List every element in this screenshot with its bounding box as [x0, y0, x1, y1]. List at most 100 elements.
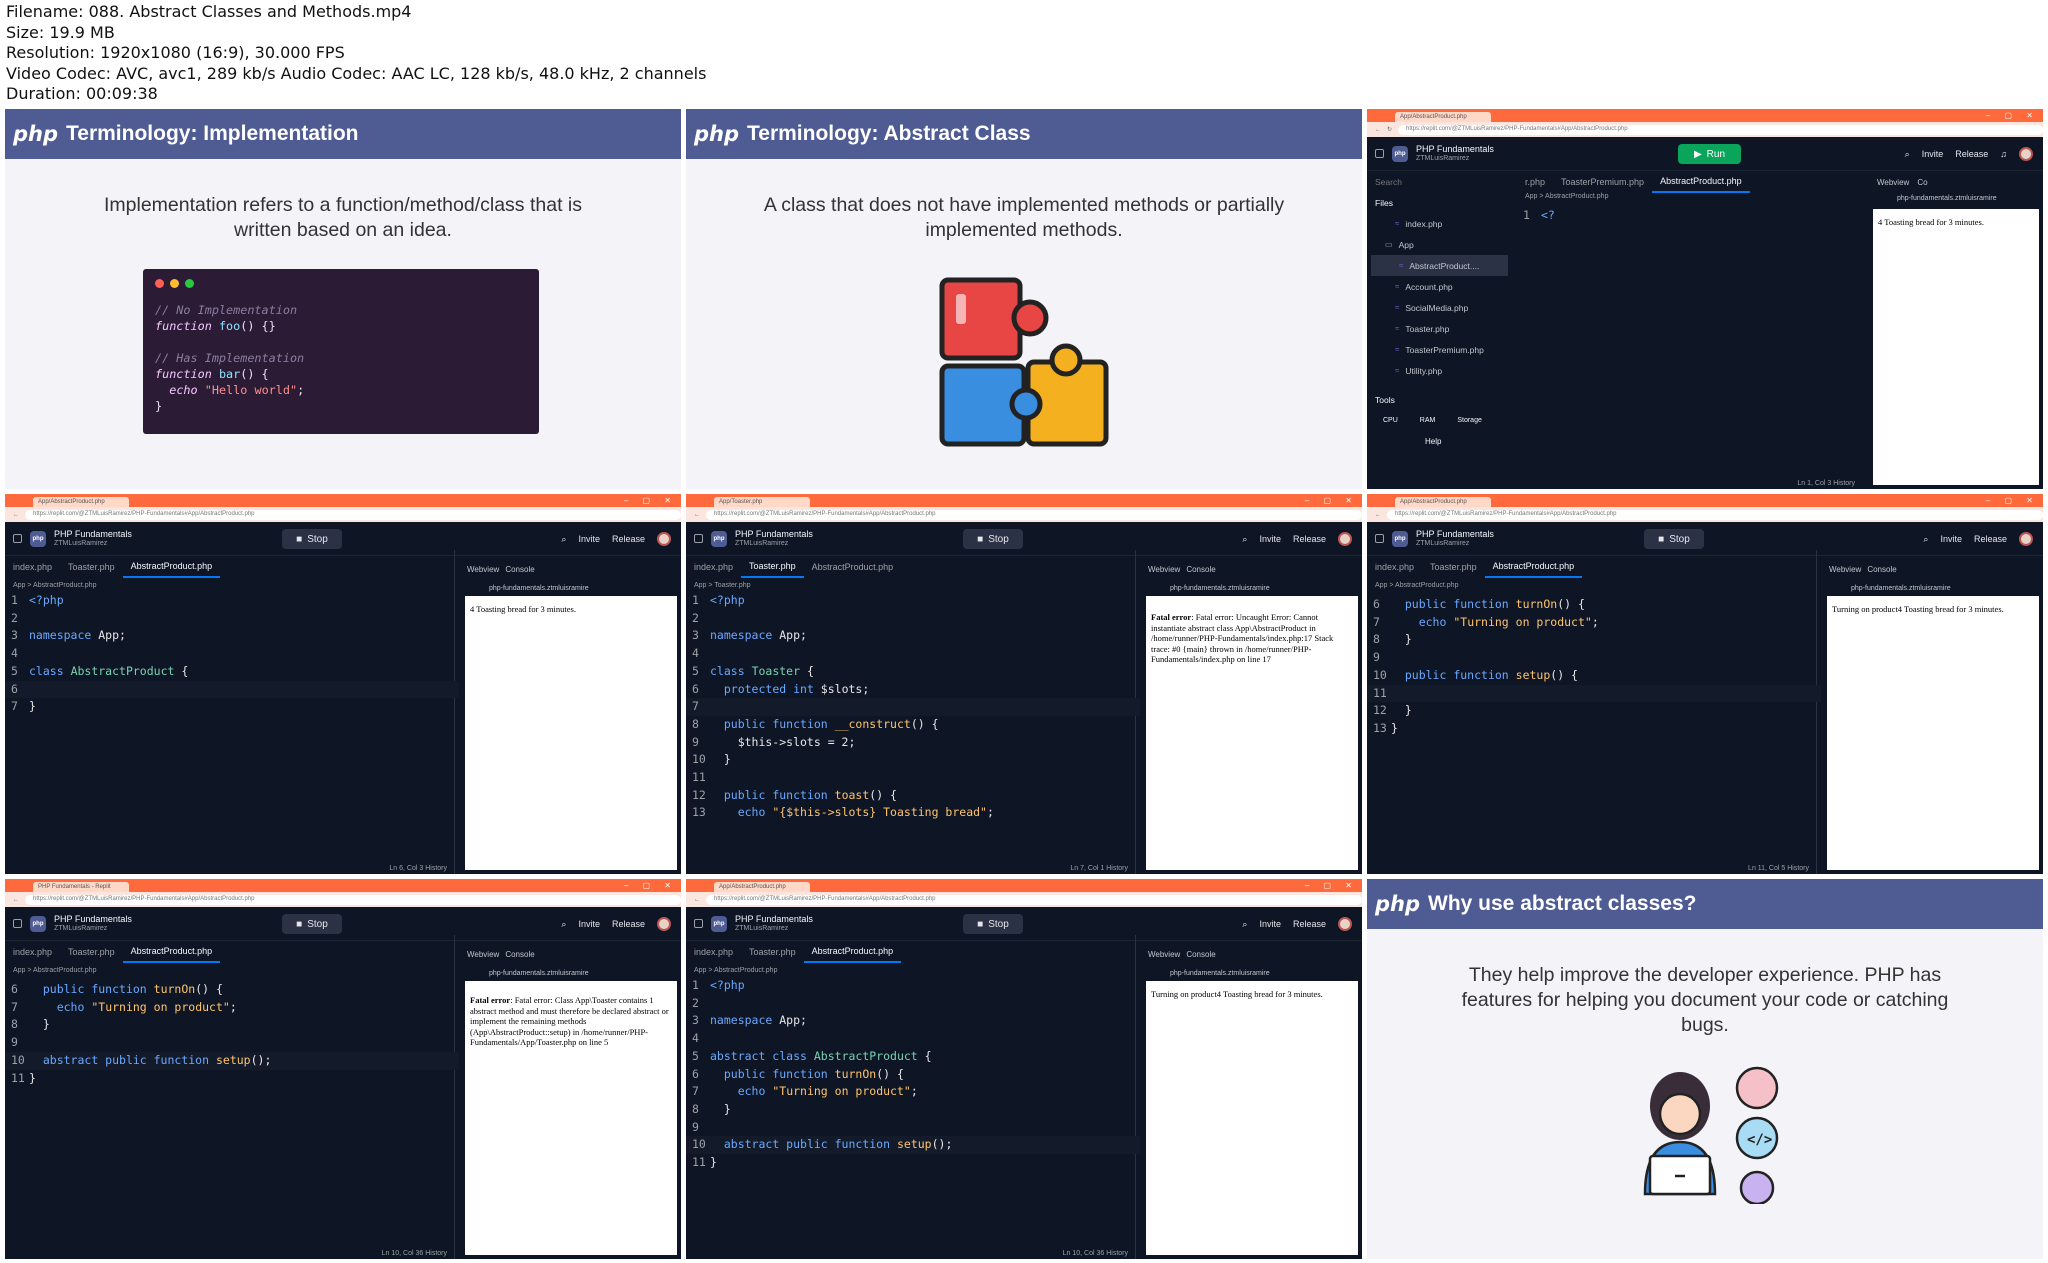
- tab[interactable]: Toaster.php: [60, 556, 123, 578]
- release-button[interactable]: Release: [1293, 919, 1326, 929]
- back-icon[interactable]: ←: [694, 512, 700, 518]
- project-name[interactable]: PHP Fundamentals: [735, 529, 813, 539]
- url-field[interactable]: https://replit.com/@ZTMLuisRamirez/PHP-F…: [25, 894, 681, 905]
- browser-tab[interactable]: App/AbstractProduct.php: [714, 882, 810, 892]
- back-icon[interactable]: ←: [1375, 512, 1381, 518]
- webview-url[interactable]: php-fundamentals.ztmluisramire: [459, 965, 681, 981]
- window-controls[interactable]: – ▢ ✕: [624, 496, 677, 505]
- file-item[interactable]: ≈ Utility.php: [1367, 360, 1512, 381]
- window-controls[interactable]: – ▢ ✕: [1305, 881, 1358, 890]
- editor[interactable]: 6 public function turnOn() { 7 echo "Tur…: [5, 981, 459, 1245]
- tab[interactable]: r.php: [1517, 171, 1553, 193]
- tab[interactable]: Toaster.php: [60, 941, 123, 963]
- webview-tab[interactable]: Webview: [467, 565, 499, 574]
- tab[interactable]: index.php: [1367, 556, 1422, 578]
- search-icon[interactable]: ⌕: [1242, 919, 1247, 930]
- back-icon[interactable]: ←: [13, 512, 19, 518]
- editor[interactable]: 1 <?php 2 3 namespace App; 4 5 abstract cla…: [686, 977, 1140, 1245]
- invite-button[interactable]: Invite: [1940, 534, 1962, 544]
- file-item[interactable]: ≈ AbstractProduct....: [1371, 255, 1508, 276]
- webview-url[interactable]: php-fundamentals.ztmluisramire: [459, 580, 681, 596]
- run-button[interactable]: ▶ Run: [1677, 144, 1742, 164]
- editor[interactable]: 1 <?php 2 3 namespace App; 4 5 class Toaste…: [686, 592, 1140, 860]
- window-controls[interactable]: – ▢ ✕: [1986, 111, 2039, 120]
- back-icon[interactable]: ←: [13, 897, 19, 903]
- tab-active[interactable]: AbstractProduct.php: [803, 941, 902, 963]
- release-button[interactable]: Release: [1974, 534, 2007, 544]
- avatar[interactable]: [2019, 532, 2033, 546]
- browser-tab[interactable]: App/AbstractProduct.php: [1395, 497, 1491, 507]
- webview-tab[interactable]: Webview: [1829, 565, 1861, 574]
- webview-url[interactable]: php-fundamentals.ztmluisramire: [1140, 965, 1362, 981]
- bell-icon[interactable]: ♫: [2000, 149, 2007, 159]
- invite-button[interactable]: Invite: [1259, 919, 1281, 929]
- avatar[interactable]: [657, 532, 671, 546]
- file-item[interactable]: ≈ SocialMedia.php: [1367, 297, 1512, 318]
- console-tab[interactable]: Console: [1186, 950, 1215, 959]
- browser-tab[interactable]: PHP Fundamentals - Replit: [33, 882, 129, 892]
- release-button[interactable]: Release: [612, 534, 645, 544]
- webview-url[interactable]: php-fundamentals.ztmluisramire: [1821, 580, 2043, 596]
- stop-button[interactable]: ■ Stop: [963, 529, 1023, 549]
- webview-url[interactable]: php-fundamentals.ztmluisramire: [1871, 195, 2039, 202]
- stop-button[interactable]: ■ Stop: [282, 914, 342, 934]
- tab[interactable]: index.php: [686, 556, 741, 578]
- url-field[interactable]: https://replit.com/@ZTMLuisRamirez/PHP-F…: [706, 894, 1362, 905]
- webview-tab[interactable]: Webview: [1148, 950, 1180, 959]
- file-item[interactable]: ≈ ToasterPremium.php: [1367, 339, 1512, 360]
- window-controls[interactable]: – ▢ ✕: [624, 881, 677, 890]
- reload-icon[interactable]: ↻: [1387, 126, 1392, 133]
- search-icon[interactable]: ⌕: [561, 534, 566, 545]
- tab[interactable]: AbstractProduct.php: [804, 556, 902, 578]
- window-controls[interactable]: – ▢ ✕: [1986, 496, 2039, 505]
- url-field[interactable]: https://replit.com/@ZTMLuisRamirez/PHP-F…: [1398, 124, 2043, 135]
- avatar[interactable]: [1338, 532, 1352, 546]
- stop-button[interactable]: ■ Stop: [963, 914, 1023, 934]
- search-icon[interactable]: ⌕: [1923, 534, 1928, 545]
- file-item[interactable]: ≈ Account.php: [1367, 276, 1512, 297]
- stop-button[interactable]: ■ Stop: [282, 529, 342, 549]
- webview-tab[interactable]: Webview: [467, 950, 499, 959]
- search-icon[interactable]: ⌕: [1242, 534, 1247, 545]
- back-icon[interactable]: ←: [1375, 127, 1381, 133]
- sidebar-toggle-icon[interactable]: [694, 919, 703, 928]
- stop-button[interactable]: ■ Stop: [1644, 529, 1704, 549]
- invite-button[interactable]: Invite: [1259, 534, 1281, 544]
- tab[interactable]: Toaster.php: [1422, 556, 1485, 578]
- tab[interactable]: index.php: [5, 556, 60, 578]
- invite-button[interactable]: Invite: [578, 534, 600, 544]
- editor[interactable]: 1 <?php 2 3 namespace App; 4 5 class Abstra…: [5, 592, 459, 860]
- browser-tab[interactable]: App/Toaster.php: [714, 497, 810, 507]
- avatar[interactable]: [657, 917, 671, 931]
- invite-button[interactable]: Invite: [578, 919, 600, 929]
- window-controls[interactable]: – ▢ ✕: [1305, 496, 1358, 505]
- url-field[interactable]: https://replit.com/@ZTMLuisRamirez/PHP-F…: [25, 509, 681, 520]
- tab-active[interactable]: AbstractProduct.php: [122, 556, 221, 578]
- browser-tab[interactable]: App/AbstractProduct.php: [1395, 112, 1491, 122]
- back-icon[interactable]: ←: [694, 897, 700, 903]
- url-field[interactable]: https://replit.com/@ZTMLuisRamirez/PHP-F…: [1387, 509, 2043, 520]
- folder-item[interactable]: ▭ App: [1367, 234, 1512, 255]
- search-field[interactable]: Search: [1367, 171, 1512, 192]
- avatar[interactable]: [2019, 147, 2033, 161]
- sidebar-toggle-icon[interactable]: [1375, 149, 1384, 158]
- project-name[interactable]: PHP Fundamentals: [54, 529, 132, 539]
- release-button[interactable]: Release: [1955, 149, 1988, 159]
- console-tab[interactable]: Console: [1186, 565, 1215, 574]
- tab[interactable]: Toaster.php: [741, 941, 804, 963]
- project-name[interactable]: PHP Fundamentals: [1416, 144, 1494, 154]
- files-header[interactable]: Files: [1367, 192, 1512, 213]
- sidebar-toggle-icon[interactable]: [13, 919, 22, 928]
- webview-tab[interactable]: Webview: [1148, 565, 1180, 574]
- webview-tab[interactable]: Webview: [1877, 178, 1909, 187]
- invite-button[interactable]: Invite: [1922, 149, 1944, 159]
- avatar[interactable]: [1338, 917, 1352, 931]
- tab-active[interactable]: AbstractProduct.php: [1484, 556, 1583, 578]
- project-name[interactable]: PHP Fundamentals: [54, 914, 132, 924]
- console-tab[interactable]: Co: [1917, 178, 1927, 187]
- project-name[interactable]: PHP Fundamentals: [1416, 529, 1494, 539]
- file-item[interactable]: ≈ Toaster.php: [1367, 318, 1512, 339]
- tab[interactable]: index.php: [686, 941, 741, 963]
- editor[interactable]: 6 public function turnOn() { 7 echo "Tur…: [1367, 596, 1821, 860]
- project-name[interactable]: PHP Fundamentals: [735, 914, 813, 924]
